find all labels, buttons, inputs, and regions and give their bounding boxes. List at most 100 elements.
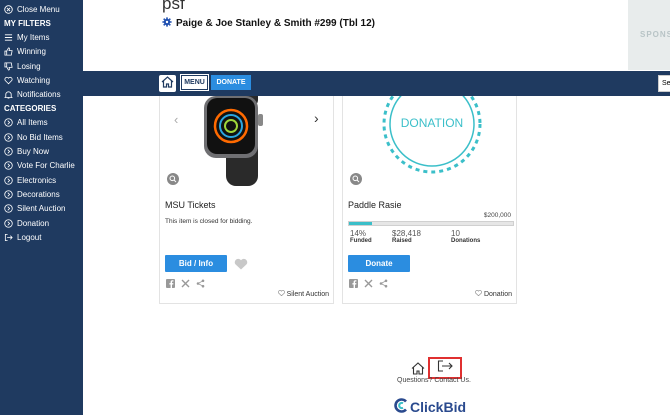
- thumbs-up-icon: [4, 47, 13, 56]
- facebook-icon[interactable]: [349, 275, 358, 293]
- sidebar-item-no-bid-items[interactable]: No Bid Items: [0, 130, 83, 144]
- list-icon: [4, 33, 13, 42]
- close-menu-label: Close Menu: [17, 4, 60, 14]
- item-card-paddle-raise: DONATION Paddle Rasie $200,000 14% Funde…: [342, 96, 517, 304]
- chevron-circle-icon: [4, 175, 13, 185]
- donate-button[interactable]: DONATE: [211, 75, 251, 90]
- progress-bar-fill: [349, 222, 372, 225]
- zoom-icon[interactable]: [350, 173, 362, 185]
- raised-value: $28,418: [392, 229, 421, 238]
- page-title: psf: [162, 0, 185, 13]
- sidebar-item-winning[interactable]: Winning: [0, 45, 83, 59]
- x-twitter-icon[interactable]: [364, 275, 373, 293]
- sidebar-item-label: My Items: [17, 32, 50, 42]
- share-icon[interactable]: [379, 275, 388, 293]
- sidebar-item-losing[interactable]: Losing: [0, 59, 83, 73]
- item-image-watch[interactable]: [192, 86, 292, 186]
- share-links: [349, 275, 388, 293]
- prev-image-arrow[interactable]: ‹: [174, 112, 178, 127]
- sidebar-item-donation[interactable]: Donation: [0, 216, 83, 230]
- sidebar-item-label: Logout: [17, 232, 42, 242]
- sidebar-item-my-items[interactable]: My Items: [0, 30, 83, 44]
- item-category-label: Donation: [483, 290, 512, 298]
- sidebar-item-label: Silent Auction: [17, 204, 66, 214]
- share-links: [166, 275, 205, 293]
- raised-label: Raised: [392, 238, 412, 244]
- funded-value: 14%: [350, 229, 367, 238]
- bidder-info: Paige & Joe Stanley & Smith #299 (Tbl 12…: [162, 17, 375, 30]
- sidebar-item-all-items[interactable]: All Items: [0, 116, 83, 130]
- heart-outline-icon: [474, 290, 482, 298]
- sponsor-banner: SPONS: [628, 0, 670, 70]
- donations-label: Donations: [451, 238, 481, 244]
- chevron-circle-icon: [4, 133, 13, 142]
- donation-image-text: DONATION: [400, 116, 464, 130]
- logout-icon: [437, 359, 453, 377]
- sidebar-item-decorations[interactable]: Decorations: [0, 187, 83, 201]
- donate-item-button[interactable]: Donate: [348, 255, 410, 272]
- home-icon: [161, 75, 174, 93]
- facebook-icon[interactable]: [166, 275, 175, 293]
- funded-label: Funded: [350, 238, 372, 244]
- menu-button[interactable]: MENU: [180, 74, 209, 91]
- sidebar-item-electronics[interactable]: Electronics: [0, 173, 83, 187]
- search-input[interactable]: Se: [658, 75, 670, 92]
- stat-raised: $28,418 Raised: [392, 229, 421, 244]
- item-category: Donation: [474, 290, 512, 298]
- sidebar-item-vote-for-charlie[interactable]: Vote For Charlie: [0, 159, 83, 173]
- item-image-donation[interactable]: DONATION: [372, 96, 492, 181]
- item-category: Silent Auction: [277, 290, 329, 298]
- progress-bar: [348, 221, 514, 226]
- bid-info-button[interactable]: Bid / Info: [165, 255, 227, 272]
- logout-icon: [4, 233, 13, 242]
- sidebar-item-notifications[interactable]: Notifications: [0, 87, 83, 101]
- sidebar-item-label: All Items: [17, 118, 48, 128]
- footer-logout-button[interactable]: [428, 357, 462, 379]
- thumbs-down-icon: [4, 62, 13, 71]
- sidebar-item-logout[interactable]: Logout: [0, 230, 83, 244]
- footer-contact-link[interactable]: Questions? Contact Us.: [397, 377, 471, 384]
- share-icon[interactable]: [196, 275, 205, 293]
- x-twitter-icon[interactable]: [181, 275, 190, 293]
- sidebar-item-label: Winning: [17, 47, 46, 57]
- my-filters-heading: MY FILTERS: [4, 18, 51, 28]
- sidebar-item-label: Losing: [17, 61, 41, 71]
- sidebar-item-label: No Bid Items: [17, 132, 63, 142]
- sidebar-item-watching[interactable]: Watching: [0, 73, 83, 87]
- close-menu-button[interactable]: Close Menu: [0, 2, 83, 16]
- sidebar-item-label: Notifications: [17, 90, 61, 100]
- item-title: Paddle Rasie: [348, 200, 402, 210]
- stat-funded: 14% Funded: [350, 229, 372, 244]
- chevron-circle-icon: [4, 190, 13, 199]
- home-button[interactable]: [159, 75, 176, 92]
- sidebar-item-label: Buy Now: [17, 147, 50, 157]
- sponsor-text: SPONS: [640, 30, 670, 39]
- sidebar-item-label: Decorations: [17, 189, 60, 199]
- zoom-icon[interactable]: [167, 173, 179, 185]
- clickbid-logo-icon: [393, 398, 409, 415]
- item-closed-note: This item is closed for bidding.: [165, 218, 253, 225]
- item-category-label: Silent Auction: [286, 290, 329, 298]
- chevron-circle-icon: [4, 218, 13, 228]
- sidebar-item-buy-now[interactable]: Buy Now: [0, 144, 83, 158]
- clickbid-logo: ClickBid: [393, 398, 466, 415]
- heart-outline-icon: [277, 290, 285, 298]
- sidebar: Close Menu MY FILTERS My Items Winning L…: [0, 0, 83, 415]
- chevron-circle-icon: [4, 118, 13, 128]
- item-card-msu-tickets: ‹ › MSU Tickets This item is closed for …: [159, 86, 334, 304]
- watch-heart-icon[interactable]: [234, 257, 248, 275]
- sidebar-item-label: Donation: [17, 218, 50, 228]
- next-image-arrow[interactable]: ›: [314, 110, 319, 126]
- item-title: MSU Tickets: [165, 200, 216, 210]
- gear-icon: [162, 17, 172, 30]
- chevron-circle-icon: [4, 147, 13, 156]
- donations-value: 10: [451, 229, 460, 238]
- sidebar-item-silent-auction[interactable]: Silent Auction: [0, 202, 83, 216]
- stat-donations: 10 Donations: [451, 229, 480, 244]
- bell-icon: [4, 90, 13, 99]
- clickbid-logo-text: ClickBid: [410, 399, 467, 415]
- bidder-name: Paige & Joe Stanley & Smith #299 (Tbl 12…: [176, 18, 375, 29]
- close-circle-icon: [4, 4, 13, 14]
- chevron-circle-icon: [4, 161, 13, 170]
- sidebar-item-label: Watching: [17, 75, 51, 85]
